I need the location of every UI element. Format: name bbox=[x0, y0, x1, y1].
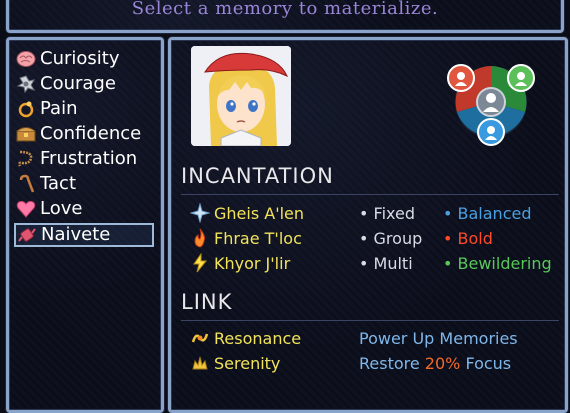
ice-crystal-icon bbox=[189, 202, 211, 224]
serenity-icon bbox=[189, 352, 211, 374]
link-title: LINK bbox=[181, 290, 233, 314]
incantation-name: Fhrae T'loc bbox=[214, 228, 302, 248]
incantation-row: Gheis A'len bbox=[189, 202, 304, 224]
resonance-icon bbox=[189, 327, 211, 349]
lightning-icon bbox=[189, 252, 211, 274]
incantation-target: • Fixed bbox=[359, 204, 415, 223]
incantation-target: • Multi bbox=[359, 254, 413, 273]
chest-icon bbox=[15, 123, 37, 145]
memory-item-love[interactable]: Love bbox=[15, 198, 153, 220]
link-row: Resonance bbox=[189, 327, 301, 349]
link-name: Resonance bbox=[214, 328, 302, 348]
memory-label: Courage bbox=[40, 73, 116, 94]
cane-icon bbox=[15, 173, 37, 195]
link-description: Power Up Memories bbox=[359, 329, 518, 348]
memory-list: Curiosity Courage Pain Confidence Frustr… bbox=[6, 37, 164, 413]
incantation-title: INCANTATION bbox=[181, 164, 334, 188]
brain-icon bbox=[15, 48, 37, 70]
incantation-divider bbox=[181, 194, 559, 195]
prompt-banner: Select a memory to materialize. bbox=[6, 0, 564, 33]
memory-label: Love bbox=[40, 198, 83, 219]
incantation-name: Gheis A'len bbox=[214, 203, 305, 223]
ring-icon bbox=[15, 98, 37, 120]
element-triangle-emblem bbox=[443, 56, 535, 146]
incantation-style: • Balanced bbox=[443, 204, 532, 223]
candy-icon bbox=[16, 224, 38, 246]
memory-item-frustration[interactable]: Frustration bbox=[15, 148, 153, 170]
memory-label: Naivete bbox=[41, 224, 111, 245]
memory-label: Tact bbox=[40, 173, 76, 194]
memory-item-tact[interactable]: Tact bbox=[15, 173, 153, 195]
link-description: Restore 20% Focus bbox=[359, 354, 512, 373]
link-divider bbox=[181, 320, 559, 321]
heart-icon bbox=[15, 198, 37, 220]
link-row: Serenity bbox=[189, 352, 280, 374]
prompt-text: Select a memory to materialize. bbox=[131, 0, 439, 19]
incantation-row: Khyor J'lir bbox=[189, 252, 290, 274]
memory-label: Pain bbox=[40, 98, 78, 119]
rope-icon bbox=[15, 148, 37, 170]
link-name: Serenity bbox=[214, 353, 281, 373]
incantation-row: Fhrae T'loc bbox=[189, 227, 302, 249]
memory-detail-panel: INCANTATION Gheis A'len • Fixed • Balanc… bbox=[168, 37, 568, 413]
fire-icon bbox=[189, 227, 211, 249]
memory-item-courage[interactable]: Courage bbox=[15, 73, 153, 95]
memory-label: Frustration bbox=[40, 148, 138, 169]
memory-label: Confidence bbox=[40, 123, 142, 144]
memory-item-curiosity[interactable]: Curiosity bbox=[15, 48, 153, 70]
memory-item-confidence[interactable]: Confidence bbox=[15, 123, 153, 145]
memory-item-naivete[interactable]: Naivete bbox=[14, 223, 154, 247]
incantation-target: • Group bbox=[359, 229, 423, 248]
character-portrait bbox=[191, 46, 291, 146]
incantation-style: • Bewildering bbox=[443, 254, 552, 273]
swirl-icon bbox=[15, 73, 37, 95]
incantation-name: Khyor J'lir bbox=[214, 253, 291, 273]
focus-percent: 20% bbox=[424, 354, 461, 373]
memory-label: Curiosity bbox=[40, 48, 120, 69]
memory-item-pain[interactable]: Pain bbox=[15, 98, 153, 120]
incantation-style: • Bold bbox=[443, 229, 493, 248]
